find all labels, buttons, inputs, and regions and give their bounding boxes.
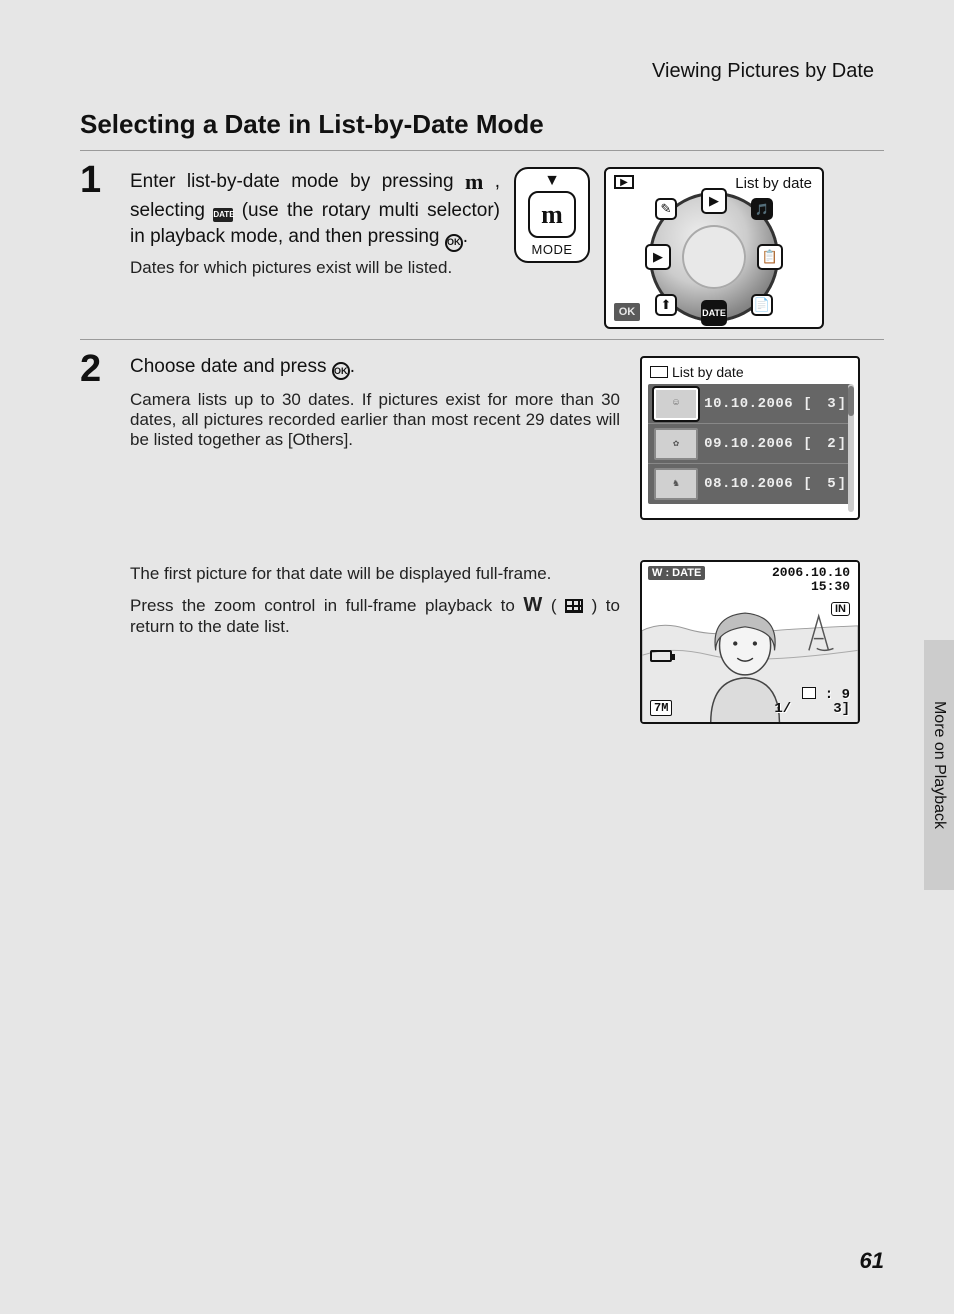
time: 15:30 (772, 580, 850, 594)
in-badge: IN (831, 602, 850, 616)
scrollbar[interactable] (848, 384, 854, 512)
thumbnails-icon (565, 599, 583, 613)
date: 2006.10.10 (772, 566, 850, 580)
text: Press the zoom control in full-frame pla… (130, 596, 523, 615)
dial-bl-icon: ⬆ (655, 294, 677, 316)
count: 5 (814, 476, 836, 492)
text: 1/ (774, 701, 791, 717)
date-icon: DATE (213, 208, 233, 222)
step2-heading: Choose date and press OK. (130, 356, 620, 380)
text: . (350, 356, 355, 377)
dial-bottom-date-icon: DATE (701, 300, 727, 326)
fullframe-preview: W : DATE 2006.10.10 15:30 IN 7M : 9 1/ 3… (640, 560, 860, 724)
dial-title: List by date (735, 175, 812, 192)
thumbnail-icon: ☺ (654, 388, 698, 420)
date-icon (650, 366, 668, 378)
text: . (463, 226, 468, 247)
ok-icon: OK (445, 234, 463, 252)
dial-tr-icon: 🎵 (751, 198, 773, 220)
mode-button-graphic: ▼ m MODE (514, 167, 590, 263)
count: 3 (814, 396, 836, 412)
text: ( (551, 596, 557, 615)
date-row[interactable]: ☺ 10.10.2006 [ 3 ] (648, 384, 852, 424)
step1-instruction: Enter list-by-date mode by pressing m , … (130, 167, 500, 252)
step3-p2: Press the zoom control in full-frame pla… (130, 594, 620, 637)
dial-br-icon: 📄 (751, 294, 773, 316)
text: Enter list-by-date mode by pressing (130, 171, 465, 192)
date-value: 10.10.2006 (704, 396, 797, 412)
step1-note: Dates for which pictures exist will be l… (130, 258, 500, 278)
resolution-badge: 7M (650, 700, 672, 716)
mode-badge: W : DATE (648, 566, 705, 580)
step2-body: Camera lists up to 30 dates. If pictures… (130, 390, 620, 450)
dial-right-icon: 📋 (757, 244, 783, 270)
text: : 9 (825, 687, 850, 703)
battery-icon (650, 650, 672, 662)
text: Choose date and press (130, 356, 332, 377)
step-2: 2 Choose date and press OK. Camera lists… (80, 356, 884, 724)
date-value: 08.10.2006 (704, 476, 797, 492)
dial-top-icon: ▶ (701, 188, 727, 214)
page-title: Selecting a Date in List-by-Date Mode (80, 109, 884, 140)
down-arrow-icon: ▼ (544, 173, 560, 189)
step3-p1: The first picture for that date will be … (130, 564, 620, 584)
preview-datetime: 2006.10.10 15:30 (772, 566, 850, 595)
card-icon (802, 687, 816, 699)
text: 3] (833, 701, 850, 717)
thumbnail-icon: ♞ (654, 468, 698, 500)
dial-left-icon: ▶ (645, 244, 671, 270)
thumbnail-icon: ✿ (654, 428, 698, 460)
w-icon: W (523, 594, 542, 616)
date-row[interactable]: ✿ 09.10.2006 [ 2 ] (648, 424, 852, 464)
date-row[interactable]: ♞ 08.10.2006 [ 5 ] (648, 464, 852, 504)
side-tab-label: More on Playback (930, 701, 948, 829)
dial-screen: ▶ List by date ▶ 📋 DATE ▶ 🎵 ✎ 📄 ⬆ (604, 167, 824, 329)
divider (80, 339, 884, 340)
date-value: 09.10.2006 (704, 436, 797, 452)
step-number: 1 (80, 159, 101, 202)
date-list-title: List by date (672, 364, 744, 380)
ok-icon: OK (332, 362, 350, 380)
divider (80, 150, 884, 151)
counter-info: : 9 1/ 3] (774, 687, 850, 717)
count: 2 (814, 436, 836, 452)
breadcrumb: Viewing Pictures by Date (80, 60, 884, 83)
rotary-dial: ▶ 📋 DATE ▶ 🎵 ✎ 📄 ⬆ (649, 192, 779, 322)
mode-glyph: m (528, 191, 576, 238)
ok-badge: OK (614, 303, 640, 321)
mode-glyph-icon: m (465, 169, 483, 194)
page-number: 61 (860, 1248, 884, 1274)
step-number: 2 (80, 348, 101, 391)
date-list-screen: List by date ☺ 10.10.2006 [ 3 ] ✿ 09.10.… (640, 356, 860, 520)
side-tab: More on Playback (924, 640, 954, 890)
dial-tl-icon: ✎ (655, 198, 677, 220)
step-1: 1 Enter list-by-date mode by pressing m … (80, 167, 884, 329)
playback-icon: ▶ (614, 175, 634, 189)
mode-label: MODE (532, 242, 573, 257)
